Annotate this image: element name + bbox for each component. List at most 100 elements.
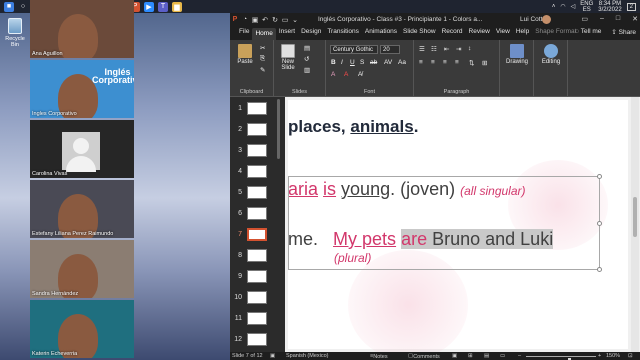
layout-icon[interactable]: ▤ [304, 44, 310, 52]
slide-thumbnail[interactable]: 3 [230, 143, 285, 161]
chevron-up-icon[interactable]: ˄ [552, 4, 556, 10]
font-name-select[interactable]: Century Gothic [330, 45, 378, 54]
avatar[interactable] [542, 15, 551, 24]
tab-review[interactable]: Review [466, 28, 493, 40]
italic-icon[interactable]: I [341, 59, 343, 66]
font-color-icon[interactable]: A [344, 71, 348, 78]
slide-sorter-icon[interactable]: ⊞ [468, 353, 473, 359]
language-indicator[interactable]: ENG ES [580, 1, 593, 13]
format-painter-icon[interactable]: ✎ [260, 66, 265, 74]
undo-icon[interactable]: ↶ [260, 16, 270, 24]
tab-view[interactable]: View [493, 28, 513, 40]
tab-file[interactable]: File [236, 28, 252, 40]
participant-tile[interactable]: Katerin Echeverria [30, 300, 134, 358]
numbering-icon[interactable]: ☷ [431, 45, 437, 53]
increase-indent-icon[interactable]: ⇥ [456, 45, 461, 53]
redo-icon[interactable]: ↻ [270, 16, 280, 24]
underline-icon[interactable]: U [350, 59, 355, 66]
notes-button[interactable]: ≡ Notes [370, 353, 388, 360]
highlight-icon[interactable]: A [331, 71, 335, 78]
maximize-icon[interactable]: □ [616, 15, 620, 23]
zoom-icon[interactable]: ▶ [144, 1, 154, 12]
search-icon[interactable]: ○ [18, 1, 28, 12]
bullets-icon[interactable]: ☰ [419, 45, 425, 53]
vertical-scrollbar[interactable] [631, 97, 639, 352]
slide-thumbnail[interactable]: 6 [230, 206, 285, 224]
slide-thumbnail[interactable]: 1 [230, 101, 285, 119]
reset-icon[interactable]: ↺ [304, 55, 309, 63]
slide-thumbnail[interactable]: 2 [230, 122, 285, 140]
save-icon[interactable]: ▣ [250, 16, 260, 24]
tab-insert[interactable]: Insert [276, 28, 298, 40]
zoom-slider[interactable] [526, 356, 596, 360]
align-center-icon[interactable]: ≡ [431, 59, 435, 66]
participant-tile[interactable]: Estefany Liliana Perez Raimundo [30, 180, 134, 238]
accessibility-icon[interactable]: ▣ [270, 353, 275, 359]
slide-heading[interactable]: places, animals. [288, 117, 418, 137]
decrease-indent-icon[interactable]: ⇤ [444, 45, 449, 53]
slide-thumbnail[interactable]: 11 [230, 311, 285, 329]
notification-icon[interactable]: 2 [626, 2, 636, 11]
strikethrough-icon[interactable]: ab [370, 59, 377, 66]
wifi-icon[interactable]: ◠ [560, 3, 565, 10]
align-left-icon[interactable]: ≡ [419, 59, 423, 66]
customize-icon[interactable]: ⌄ [290, 16, 300, 24]
tab-animations[interactable]: Animations [362, 28, 400, 40]
justify-icon[interactable]: ≡ [455, 59, 459, 66]
slide-thumbnail[interactable]: 12 [230, 332, 285, 350]
clock[interactable]: 8:34 PM 3/2/2022 [598, 1, 621, 13]
tell-me-search[interactable]: ◌ Tell me [575, 28, 601, 36]
slide-thumbnail[interactable]: 5 [230, 185, 285, 203]
language-status[interactable]: Spanish (Mexico) [286, 353, 329, 359]
resize-handle[interactable] [597, 221, 602, 226]
tab-home[interactable]: Home [252, 28, 276, 40]
scrollbar-thumb[interactable] [633, 197, 637, 237]
section-icon[interactable]: ▥ [304, 66, 310, 74]
teams-icon[interactable]: T [158, 1, 168, 12]
slide-thumbnail[interactable]: 8 [230, 248, 285, 266]
ribbon-display-icon[interactable]: ▭ [581, 15, 588, 23]
line-spacing-icon[interactable]: ↕ [468, 45, 471, 52]
minimize-icon[interactable]: – [600, 15, 604, 23]
drawing-button[interactable]: Drawing [503, 44, 531, 65]
tab-record[interactable]: Record [439, 28, 466, 40]
cut-icon[interactable]: ✂ [260, 44, 265, 52]
paste-button[interactable]: Paste [235, 44, 255, 65]
resize-handle[interactable] [597, 267, 602, 272]
bold-icon[interactable]: B [331, 59, 336, 66]
folder-icon[interactable]: ▆ [172, 1, 182, 12]
new-slide-button[interactable]: New Slide [277, 44, 299, 71]
zoom-level[interactable]: 150% [606, 353, 620, 359]
comments-button[interactable]: ▢ Comments [408, 353, 440, 360]
slide-thumbnail[interactable]: 10 [230, 290, 285, 308]
reading-view-icon[interactable]: ▤ [484, 353, 489, 359]
text-box-selection[interactable] [288, 174, 602, 272]
slideshow-icon[interactable]: ▭ [500, 353, 505, 359]
participant-tile[interactable]: Inglés Corporativo Ingles Corporativo [30, 60, 134, 118]
start-icon[interactable]: ■ [4, 1, 14, 12]
font-size-select[interactable]: 20 [380, 45, 400, 54]
zoom-in-icon[interactable]: + [598, 353, 601, 359]
tab-transitions[interactable]: Transitions [324, 28, 362, 40]
text-direction-icon[interactable]: ⇅ [469, 59, 474, 67]
tab-slide-show[interactable]: Slide Show [400, 28, 439, 40]
shadow-icon[interactable]: S [360, 59, 364, 66]
smartart-icon[interactable]: ⊞ [482, 59, 487, 67]
normal-view-icon[interactable]: ▣ [452, 353, 457, 359]
autosave-icon[interactable]: ◔ [240, 16, 250, 23]
present-icon[interactable]: ▭ [280, 16, 290, 24]
clear-format-icon[interactable]: A̸ [358, 71, 362, 78]
close-icon[interactable]: ✕ [632, 15, 638, 23]
slide-thumbnail[interactable]: 4 [230, 164, 285, 182]
spacing-icon[interactable]: AV [384, 59, 392, 66]
zoom-out-icon[interactable]: – [518, 353, 521, 359]
tab-design[interactable]: Design [298, 28, 324, 40]
tab-help[interactable]: Help [513, 28, 532, 40]
editing-button[interactable]: Editing [537, 44, 565, 65]
participant-tile[interactable]: Ana Aguillon [30, 0, 134, 58]
slide-thumbnail[interactable]: 9 [230, 269, 285, 287]
tab-shape-format[interactable]: Shape Format [532, 28, 579, 40]
share-button[interactable]: ⇪ Share [611, 28, 636, 36]
recycle-bin-shortcut[interactable]: Recycle Bin [2, 18, 28, 48]
participant-tile[interactable]: Carolina Vivas [30, 120, 134, 178]
